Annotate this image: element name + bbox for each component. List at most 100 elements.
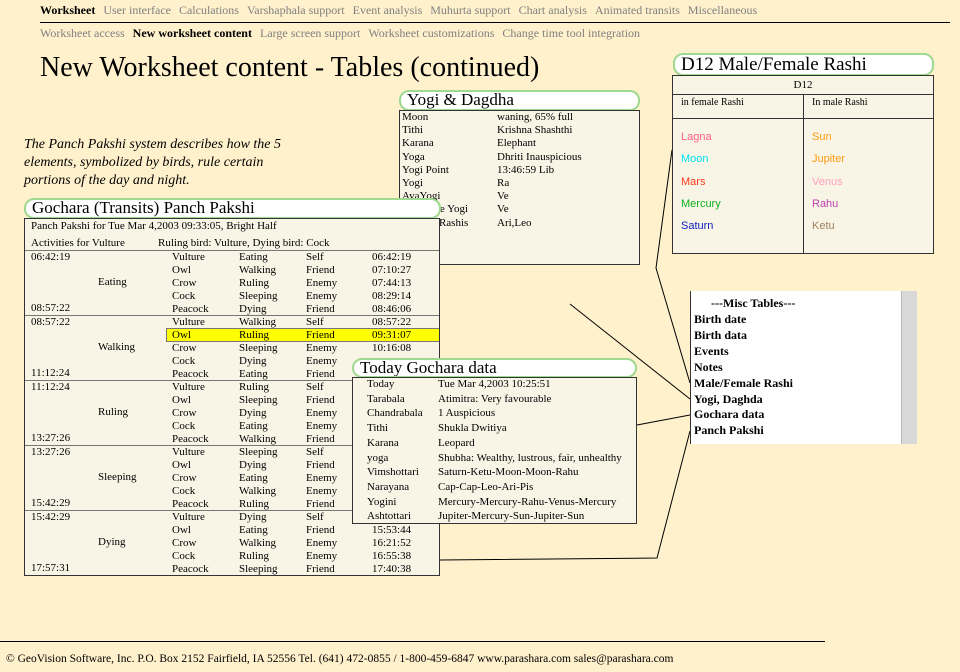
row-value: waning, 65% full (497, 111, 574, 123)
male-planet: Venus (812, 175, 843, 188)
row-value: Krishna Shashthi (497, 124, 573, 137)
row-label: Tithi (367, 422, 389, 435)
scrollbar[interactable] (901, 291, 917, 444)
relation: Enemy (306, 342, 338, 354)
bird: Vulture (172, 251, 205, 263)
row-label: Karana (402, 137, 434, 150)
female-planet: Moon (681, 153, 709, 166)
misc-item[interactable]: Birth date (694, 312, 746, 327)
bird: Cock (172, 485, 196, 497)
bird-activity: Walking (239, 485, 276, 497)
misc-item[interactable]: Yogi, Daghda (694, 392, 763, 407)
gochara-table: Today Tue Mar 4,2003 10:25:51 Tarabala Atim… (352, 377, 637, 524)
relation: Friend (306, 264, 335, 276)
time: 07:10:27 (372, 264, 412, 276)
misc-item[interactable]: Notes (694, 360, 723, 375)
misc-item[interactable]: Panch Pakshi (694, 423, 764, 438)
bird-activity: Sleeping (239, 290, 278, 302)
panch-header: Panch Pakshi for Tue Mar 4,2003 09:33:05… (31, 220, 277, 232)
ruling-info: Ruling bird: Vulture, Dying bird: Cock (158, 237, 330, 249)
misc-item[interactable]: Birth data (694, 328, 747, 343)
bird: Vulture (172, 316, 205, 328)
bird: Vulture (172, 381, 205, 393)
misc-item[interactable]: Gochara data (694, 407, 764, 422)
row-label: Today (367, 378, 395, 390)
time: 08:57:22 (372, 316, 412, 328)
row-value: Shubha: Wealthy, lustrous, fair, unhealt… (438, 451, 622, 464)
male-planet: Ketu (812, 220, 835, 233)
female-planet: Mars (681, 175, 706, 188)
male-col-header: In male Rashi (812, 97, 868, 108)
bird-activity: Dying (239, 459, 267, 471)
block-start-time: 08:57:22 (31, 316, 71, 328)
bird: Owl (172, 459, 191, 471)
bird: Cock (172, 290, 196, 302)
d12-table: D12 in female Rashi In male Rashi Lagna M… (672, 75, 934, 254)
relation: Enemy (306, 537, 338, 549)
relation: Friend (306, 368, 335, 380)
time: 15:53:44 (372, 524, 412, 536)
footer: © GeoVision Software, Inc. P.O. Box 2152… (6, 653, 674, 665)
female-col-header: in female Rashi (681, 97, 744, 108)
panch-pakshi-title: Gochara (Transits) Panch Pakshi (24, 198, 441, 219)
bird: Cock (172, 355, 196, 367)
bird-activity: Eating (239, 472, 268, 484)
bird: Peacock (172, 368, 209, 380)
bird-activity: Eating (239, 524, 268, 536)
row-value: Mercury-Mercury-Rahu-Venus-Mercury (438, 495, 617, 508)
block-activity: Dying (98, 536, 126, 548)
relation: Enemy (306, 277, 338, 289)
time: 09:31:07 (372, 329, 412, 341)
bird: Cock (172, 420, 196, 432)
bird-activity: Sleeping (239, 394, 278, 406)
row-value: 1 Auspicious (438, 407, 496, 420)
relation: Friend (306, 563, 335, 575)
misc-item[interactable]: Events (694, 344, 729, 359)
misc-item[interactable]: Male/Female Rashi (694, 376, 793, 391)
relation: Friend (306, 459, 335, 471)
block-activity: Eating (98, 276, 127, 288)
gochara-title: Today Gochara data (352, 358, 637, 378)
bird-activity: Ruling (239, 277, 269, 289)
time: 07:44:13 (372, 277, 412, 289)
bird: Crow (172, 537, 197, 549)
yogi-title: Yogi & Dagdha (399, 90, 640, 111)
relation: Friend (306, 524, 335, 536)
row-label: Vimshottari (367, 466, 419, 479)
misc-header: ---Misc Tables--- (711, 296, 796, 310)
time: 17:40:38 (372, 563, 412, 575)
bird-activity: Dying (239, 511, 267, 523)
relation: Friend (306, 433, 335, 445)
bird: Peacock (172, 433, 209, 445)
time-block: 06:42:19 08:57:22 Eating Vulture Eating Self 0… (25, 250, 439, 315)
relation: Self (306, 446, 324, 458)
block-start-time: 13:27:26 (31, 446, 71, 458)
relation: Friend (306, 394, 335, 406)
row-label: Chandrabala (367, 407, 423, 420)
activities-label: Activities for Vulture (31, 237, 125, 249)
row-label: yoga (367, 451, 389, 464)
row-label: Narayana (367, 480, 410, 493)
time: 08:46:06 (372, 303, 412, 315)
bird-activity: Dying (239, 355, 267, 367)
time: 10:16:08 (372, 342, 412, 354)
relation: Friend (306, 329, 335, 341)
footer-divider (0, 641, 825, 642)
bird-activity: Walking (239, 433, 276, 445)
relation: Friend (306, 303, 335, 315)
block-start-time: 15:42:29 (31, 511, 71, 523)
female-planet: Saturn (681, 220, 714, 233)
row-label: Yogi Point (402, 163, 449, 176)
bird-activity: Ruling (239, 498, 269, 510)
misc-tables-list[interactable]: ---Misc Tables--- Birth date Birth data Eve… (690, 291, 917, 444)
bird-activity: Eating (239, 420, 268, 432)
time: 06:42:19 (372, 251, 412, 263)
relation: Friend (306, 498, 335, 510)
relation: Enemy (306, 420, 338, 432)
bird-activity: Ruling (239, 550, 269, 562)
d12-title: D12 Male/Female Rashi (673, 53, 934, 76)
bird-activity: Eating (239, 251, 268, 263)
bird: Crow (172, 407, 197, 419)
row-value: Atimitra: Very favourable (438, 392, 552, 405)
row-value: Elephant (497, 137, 537, 150)
